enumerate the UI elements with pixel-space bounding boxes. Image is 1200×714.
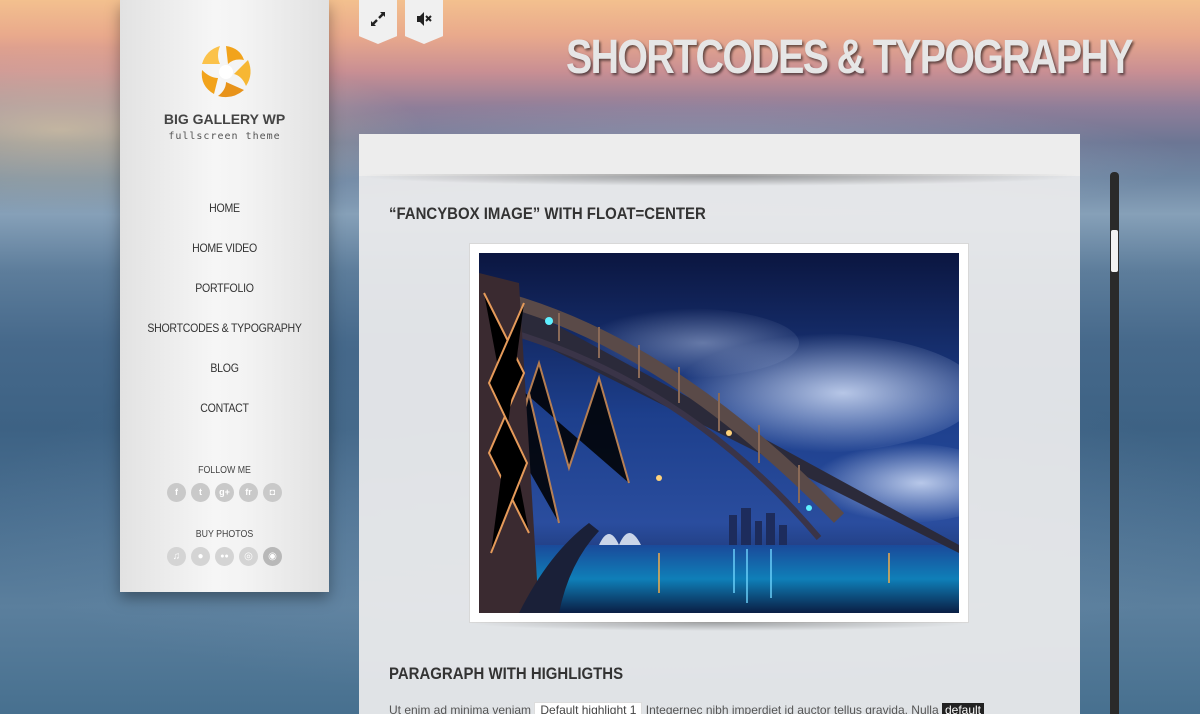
content-panel-header (359, 134, 1080, 176)
buy-photos-icons: ♫ ● ●● ◎ ◉ (120, 547, 329, 566)
scrollbar-thumb[interactable] (1111, 230, 1118, 272)
para-text-start: Ut enim ad minima veniam (389, 703, 535, 714)
nav-item-home-video[interactable]: HOME VIDEO (133, 236, 317, 276)
content-panel: “FANCYBOX IMAGE” WITH FLOAT=CENTER PARAG… (359, 176, 1080, 714)
main-nav: HOME HOME VIDEO PORTFOLIO SHORTCODES & T… (120, 196, 329, 436)
sidebar: BIG GALLERY WP fullscreen theme HOME HOM… (120, 0, 329, 592)
globe-icon[interactable]: ◉ (263, 547, 282, 566)
instagram-icon[interactable]: ◘ (263, 483, 282, 502)
dots-icon[interactable]: ●● (215, 547, 234, 566)
nav-item-shortcodes[interactable]: SHORTCODES & TYPOGRAPHY (133, 316, 317, 356)
para-text-middle: Integernec nibh imperdiet id auctor tell… (642, 703, 942, 714)
fullscreen-button[interactable] (359, 0, 397, 44)
nav-item-home[interactable]: HOME (133, 196, 317, 236)
highlight-default-2: default (941, 703, 984, 714)
highlight-paragraph: Ut enim ad minima veniam Default highlig… (389, 702, 1069, 714)
music-icon[interactable]: ♫ (167, 547, 186, 566)
follow-me-label: FOLLOW ME (198, 465, 251, 476)
brand-name: BIG GALLERY WP (163, 111, 286, 127)
twitter-icon[interactable]: t (191, 483, 210, 502)
nav-item-contact[interactable]: CONTACT (133, 396, 317, 436)
panel-header-shadow (359, 174, 1080, 190)
target-icon[interactable]: ◎ (239, 547, 258, 566)
sound-off-icon (417, 12, 432, 26)
fancybox-heading: “FANCYBOX IMAGE” WITH FLOAT=CENTER (389, 204, 706, 223)
image-shadow (469, 622, 969, 636)
flickr-icon[interactable]: fr (239, 483, 258, 502)
highlight-default-1: Default highlight 1 (534, 702, 643, 714)
brand-tagline: fullscreen theme (168, 131, 281, 142)
logo-icon[interactable] (198, 42, 254, 102)
pixel-icon[interactable]: ● (191, 547, 210, 566)
facebook-icon[interactable]: f (167, 483, 186, 502)
mute-button[interactable] (405, 0, 443, 44)
nav-item-blog[interactable]: BLOG (133, 356, 317, 396)
page-title: SHORTCODES & TYPOGRAPHY (566, 31, 1134, 84)
fancybox-image[interactable] (469, 243, 969, 623)
expand-icon (371, 12, 385, 26)
social-icons: f t g+ fr ◘ (120, 483, 329, 502)
google-plus-icon[interactable]: g+ (215, 483, 234, 502)
nav-item-portfolio[interactable]: PORTFOLIO (133, 276, 317, 316)
buy-photos-label: BUY PHOTOS (195, 529, 254, 540)
bridge-photo (479, 253, 959, 613)
highlights-heading: PARAGRAPH WITH HIGHLIGTHS (389, 664, 624, 683)
